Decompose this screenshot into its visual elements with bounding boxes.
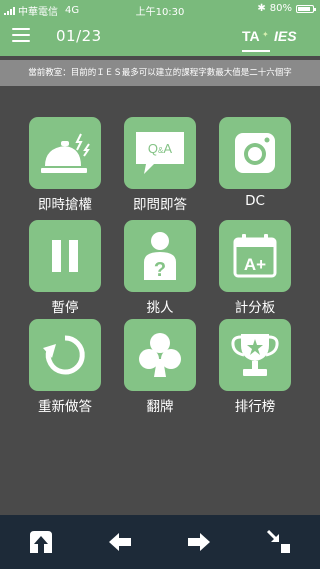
calendar-grade-icon: A+ xyxy=(233,234,277,278)
tool-label: 計分板 xyxy=(234,300,276,316)
notice-banner: 當前教室：目前的ＩＥＳ最多可以建立的課程字數最大值是二十六個字 xyxy=(0,60,320,86)
tool-label: 即時搶權 xyxy=(38,197,92,213)
tool-label: 即問即答 xyxy=(133,197,187,213)
arrow-right-icon[interactable] xyxy=(186,529,212,555)
svg-text:A+: A+ xyxy=(244,255,266,274)
tool-label: 排行榜 xyxy=(234,399,276,415)
tool-label: 挑人 xyxy=(146,300,174,316)
person-question-icon: ? xyxy=(144,232,176,281)
battery-icon xyxy=(296,4,316,13)
status-bar: 中華電信 4G 上午10:30 ✱ 80% xyxy=(0,0,320,18)
page-indicator: 01/23 xyxy=(56,27,102,45)
svg-text:?: ? xyxy=(154,259,166,281)
battery-percent: 80% xyxy=(269,3,292,14)
camera-icon xyxy=(235,133,275,173)
tool-redo-answer[interactable]: 重新做答 xyxy=(29,319,101,415)
brand-ies: IES xyxy=(274,28,297,44)
navbar: 01/23 TA ✦ IES xyxy=(0,20,320,56)
tool-label: 重新做答 xyxy=(38,399,92,415)
pause-icon xyxy=(52,240,78,272)
clock: 上午10:30 xyxy=(135,7,185,18)
tool-label: 暫停 xyxy=(51,300,79,316)
trophy-icon xyxy=(231,334,279,376)
brand-star-icon: ✦ xyxy=(262,30,269,39)
header: 中華電信 4G 上午10:30 ✱ 80% 01/23 TA ✦ IES xyxy=(0,0,320,56)
refresh-icon xyxy=(43,335,85,375)
club-card-icon xyxy=(139,333,181,377)
brand-underline xyxy=(242,50,270,52)
brand-ta: TA xyxy=(242,28,260,44)
bluetooth-icon: ✱ xyxy=(257,3,266,14)
bottom-toolbar xyxy=(0,515,320,569)
shrink-icon[interactable] xyxy=(266,529,292,555)
tool-label: DC xyxy=(245,193,265,209)
tool-scoreboard[interactable]: A+ 計分板 xyxy=(219,220,291,316)
hamburger-menu-icon[interactable] xyxy=(12,28,30,44)
tool-dc[interactable]: DC xyxy=(219,117,291,209)
service-bell-icon xyxy=(41,133,90,173)
arrow-left-icon[interactable] xyxy=(107,529,133,555)
upload-icon[interactable] xyxy=(28,529,54,555)
brand-logo: TA ✦ IES xyxy=(242,26,312,54)
tool-label: 翻牌 xyxy=(146,399,174,415)
tool-flip-card[interactable]: 翻牌 xyxy=(124,319,196,415)
tool-pick-person[interactable]: ? 挑人 xyxy=(124,220,196,316)
tool-quick-answer[interactable]: Q&A 即問即答 xyxy=(124,117,196,213)
tool-leaderboard[interactable]: 排行榜 xyxy=(219,319,291,415)
tool-instant-grab[interactable]: 即時搶權 xyxy=(29,117,101,213)
tool-pause[interactable]: 暫停 xyxy=(29,220,101,316)
qa-bubble-icon: Q&A xyxy=(136,132,184,174)
